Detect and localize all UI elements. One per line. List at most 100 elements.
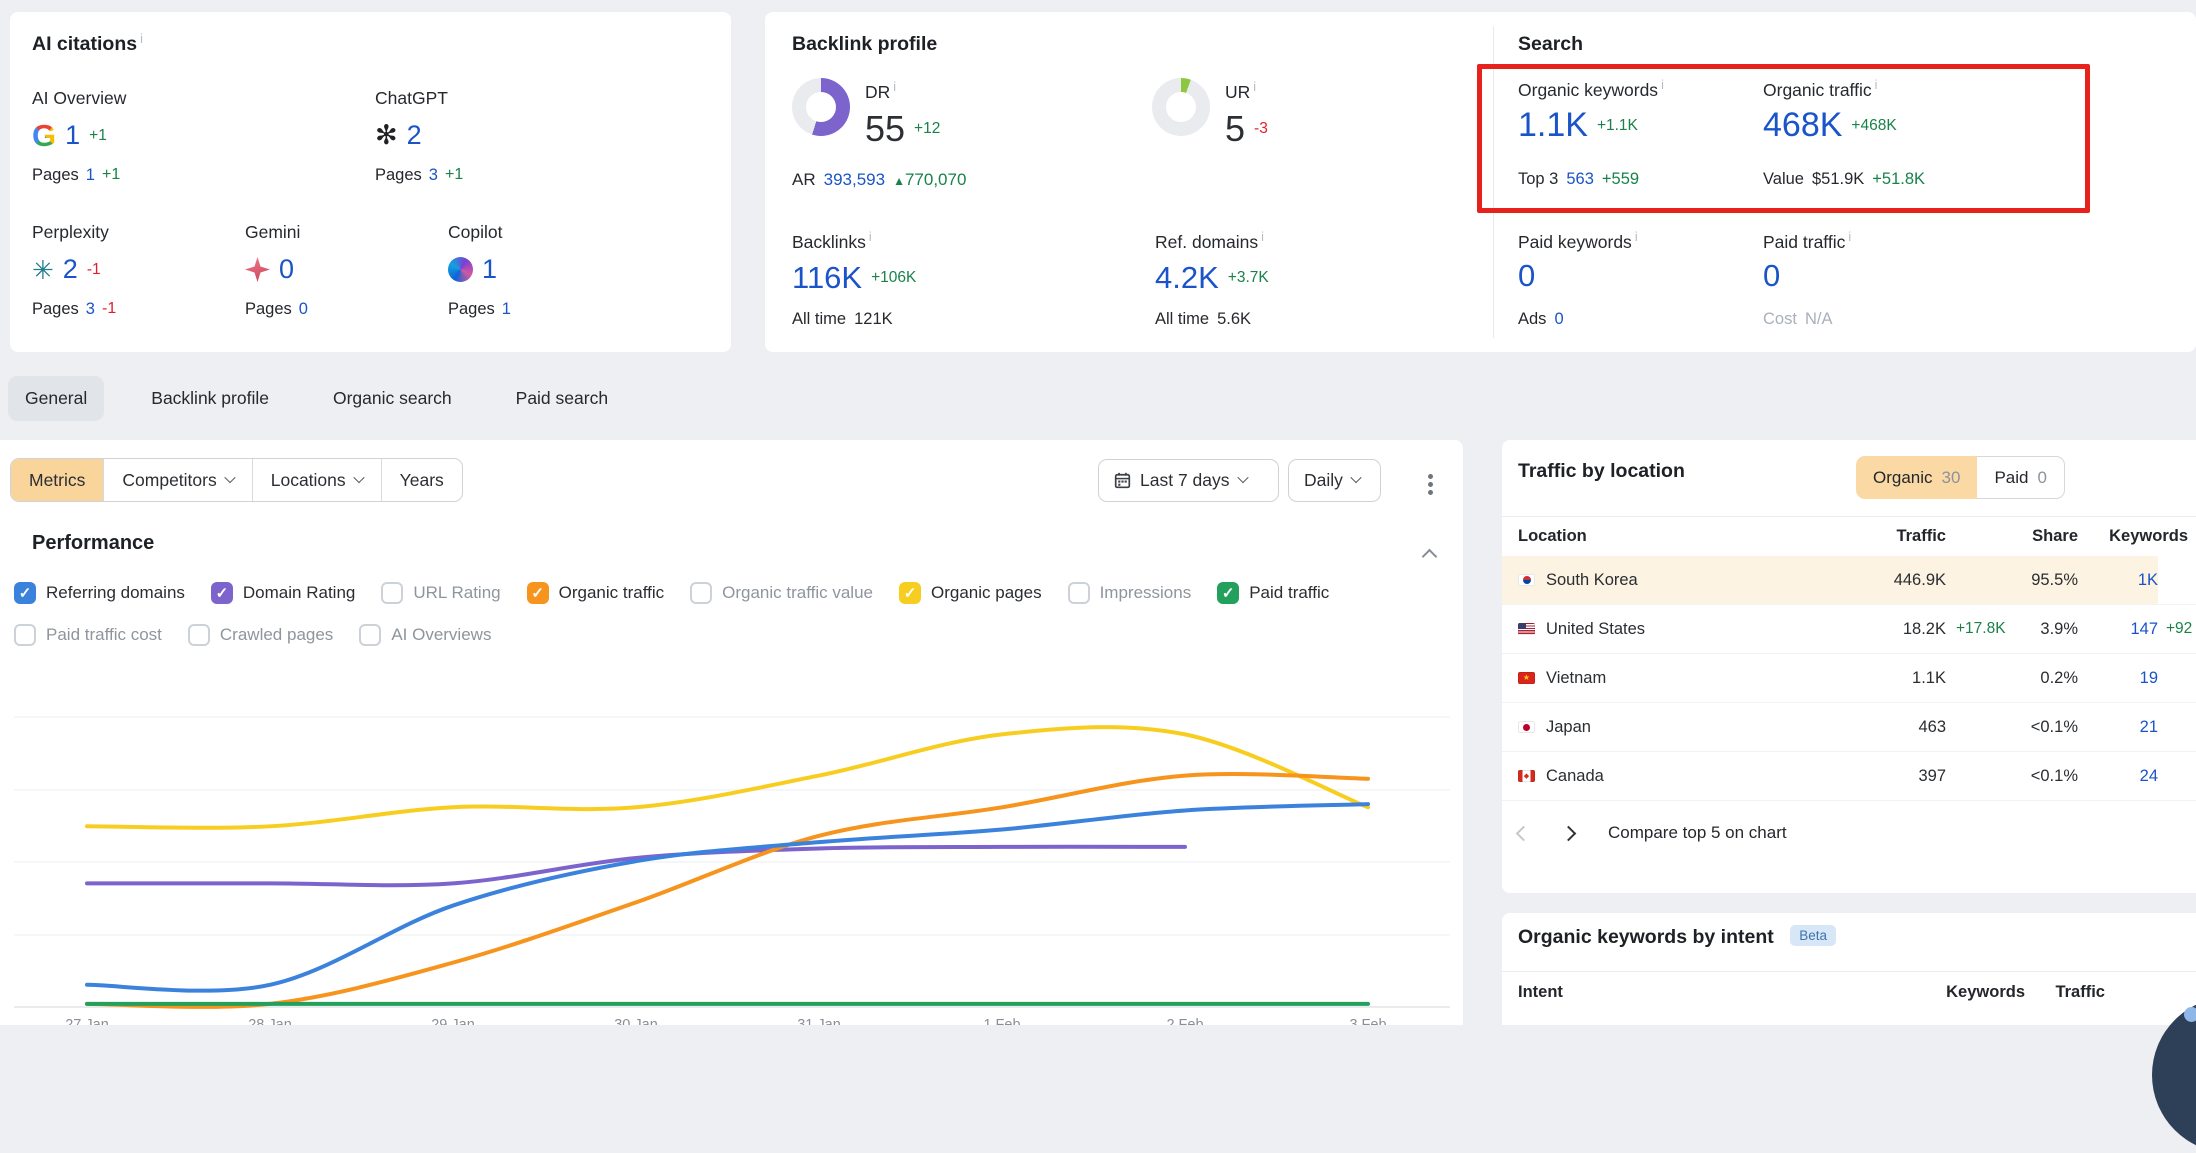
info-icon[interactable]: i [1253, 80, 1256, 94]
info-icon[interactable]: i [1261, 230, 1264, 244]
info-icon[interactable]: i [869, 230, 872, 244]
table-row-canada[interactable]: Canada 397 <0.1% 24 [1502, 752, 2196, 801]
table-row-vietnam[interactable]: Vietnam 1.1K 0.2% 19 [1502, 654, 2196, 703]
ur-label: UR [1225, 82, 1250, 102]
checkbox-label: Organic pages [931, 583, 1042, 603]
organic-traffic-delta: +468K [1851, 117, 1896, 135]
ar-up-arrow-icon: ▲ [893, 174, 905, 188]
paid-traffic-value[interactable]: 0 [1763, 258, 1780, 294]
pages-count[interactable]: 3 [429, 166, 438, 185]
checkbox[interactable] [690, 582, 712, 604]
prev-page-chevron-icon[interactable] [1516, 825, 1532, 841]
checkbox-organic-traffic-value[interactable]: Organic traffic value [690, 582, 873, 604]
location-name: South Korea [1546, 571, 1638, 590]
checkbox[interactable] [359, 624, 381, 646]
citation-count[interactable]: 2 [63, 254, 78, 285]
backlinks-label: Backlinks [792, 232, 866, 252]
filter-years[interactable]: Years [381, 459, 462, 501]
checkbox-paid-traffic[interactable]: Paid traffic [1217, 582, 1329, 604]
pages-count[interactable]: 1 [502, 300, 511, 319]
keywords-link[interactable]: 24 [2078, 767, 2158, 786]
checkbox-organic-traffic[interactable]: Organic traffic [527, 582, 665, 604]
dr-value: 55 [865, 108, 905, 150]
tab-backlink-profile[interactable]: Backlink profile [134, 376, 286, 421]
keywords-link[interactable]: 21 [2078, 718, 2158, 737]
checkbox[interactable] [1217, 582, 1239, 604]
filter-locations[interactable]: Locations [252, 459, 381, 501]
organic-traffic-label: Organic traffic [1763, 80, 1872, 100]
toggle-count: 30 [1942, 468, 1961, 488]
checkbox-impressions[interactable]: Impressions [1068, 582, 1192, 604]
citation-count[interactable]: 0 [279, 254, 294, 285]
ads-label: Ads [1518, 310, 1546, 329]
top3-delta: +559 [1602, 170, 1639, 189]
pages-count[interactable]: 3 [86, 300, 95, 319]
performance-line-chart: 27 Jan28 Jan29 Jan30 Jan31 Jan1 Feb2 Feb… [0, 680, 1460, 1025]
tab-organic-search[interactable]: Organic search [316, 376, 469, 421]
checkbox-url-rating[interactable]: URL Rating [381, 582, 500, 604]
info-icon[interactable]: i [1848, 230, 1851, 244]
checkbox-organic-pages[interactable]: Organic pages [899, 582, 1042, 604]
compare-top5-link[interactable]: Compare top 5 on chart [1608, 823, 1787, 843]
checkbox-domain-rating[interactable]: Domain Rating [211, 582, 355, 604]
keywords-link[interactable]: 19 [2078, 669, 2158, 688]
checkbox[interactable] [527, 582, 549, 604]
checkbox-ai-overviews[interactable]: AI Overviews [359, 624, 491, 646]
checkbox-label: URL Rating [413, 583, 500, 603]
pages-count[interactable]: 0 [299, 300, 308, 319]
chevron-down-icon [1350, 472, 1361, 483]
checkbox[interactable] [14, 582, 36, 604]
value-label: Value [1763, 170, 1804, 189]
checkbox[interactable] [14, 624, 36, 646]
pages-label: Pages [32, 300, 79, 319]
tab-paid-search[interactable]: Paid search [499, 376, 625, 421]
top3-value[interactable]: 563 [1566, 170, 1594, 189]
table-row-japan[interactable]: Japan 463 <0.1% 21 [1502, 703, 2196, 752]
citation-count[interactable]: 1 [482, 254, 497, 285]
checkbox[interactable] [1068, 582, 1090, 604]
share-value: 0.2% [2006, 669, 2078, 688]
top3-label: Top 3 [1518, 170, 1558, 189]
paid-keywords-value[interactable]: 0 [1518, 258, 1535, 294]
citation-count[interactable]: 2 [407, 120, 422, 151]
keywords-link[interactable]: 1K [2078, 571, 2158, 590]
checkbox-referring-domains[interactable]: Referring domains [14, 582, 185, 604]
checkbox-paid-traffic-cost[interactable]: Paid traffic cost [14, 624, 162, 646]
checkbox-label: Paid traffic cost [46, 625, 162, 645]
next-page-chevron-icon[interactable] [1561, 825, 1577, 841]
table-row-south-korea[interactable]: South Korea 446.9K 95.5% 1K [1502, 556, 2196, 605]
keywords-link[interactable]: 147 [2078, 620, 2158, 639]
filter-competitors[interactable]: Competitors [103, 459, 251, 501]
keywords-delta [2158, 752, 2196, 800]
filter-metrics[interactable]: Metrics [11, 459, 103, 501]
checkbox[interactable] [899, 582, 921, 604]
info-icon[interactable]: i [1875, 78, 1878, 92]
date-range-button[interactable]: Last 7 days [1098, 459, 1279, 502]
ar-value[interactable]: 393,593 [824, 170, 885, 190]
ref-domains-value[interactable]: 4.2K [1155, 260, 1219, 296]
pages-count[interactable]: 1 [86, 166, 95, 185]
info-icon[interactable]: i [893, 80, 896, 94]
ads-value[interactable]: 0 [1554, 310, 1563, 329]
info-icon[interactable]: i [140, 32, 143, 46]
toggle-organic[interactable]: Organic 30 [1856, 456, 1977, 499]
chart-x-tick: 27 Jan [65, 1017, 109, 1025]
checkbox[interactable] [188, 624, 210, 646]
checkbox-crawled-pages[interactable]: Crawled pages [188, 624, 333, 646]
checkbox[interactable] [381, 582, 403, 604]
panel-divider [1493, 26, 1494, 338]
traffic-value: 446.9K [1846, 571, 1946, 590]
organic-traffic-value[interactable]: 468K [1763, 106, 1842, 145]
citation-count[interactable]: 1 [65, 120, 80, 151]
toggle-paid[interactable]: Paid 0 [1977, 456, 2065, 499]
backlinks-value[interactable]: 116K [792, 260, 862, 296]
organic-keywords-value[interactable]: 1.1K [1518, 106, 1588, 145]
info-icon[interactable]: i [1635, 230, 1638, 244]
info-icon[interactable]: i [1661, 78, 1664, 92]
more-options-kebab-icon[interactable] [1424, 467, 1437, 502]
granularity-button[interactable]: Daily [1288, 459, 1381, 502]
intent-table-header: Intent Keywords Traffic [1502, 971, 2196, 1013]
checkbox[interactable] [211, 582, 233, 604]
table-row-united-states[interactable]: United States 18.2K +17.8K 3.9% 147 +92 [1502, 605, 2196, 654]
tab-general[interactable]: General [8, 376, 104, 421]
